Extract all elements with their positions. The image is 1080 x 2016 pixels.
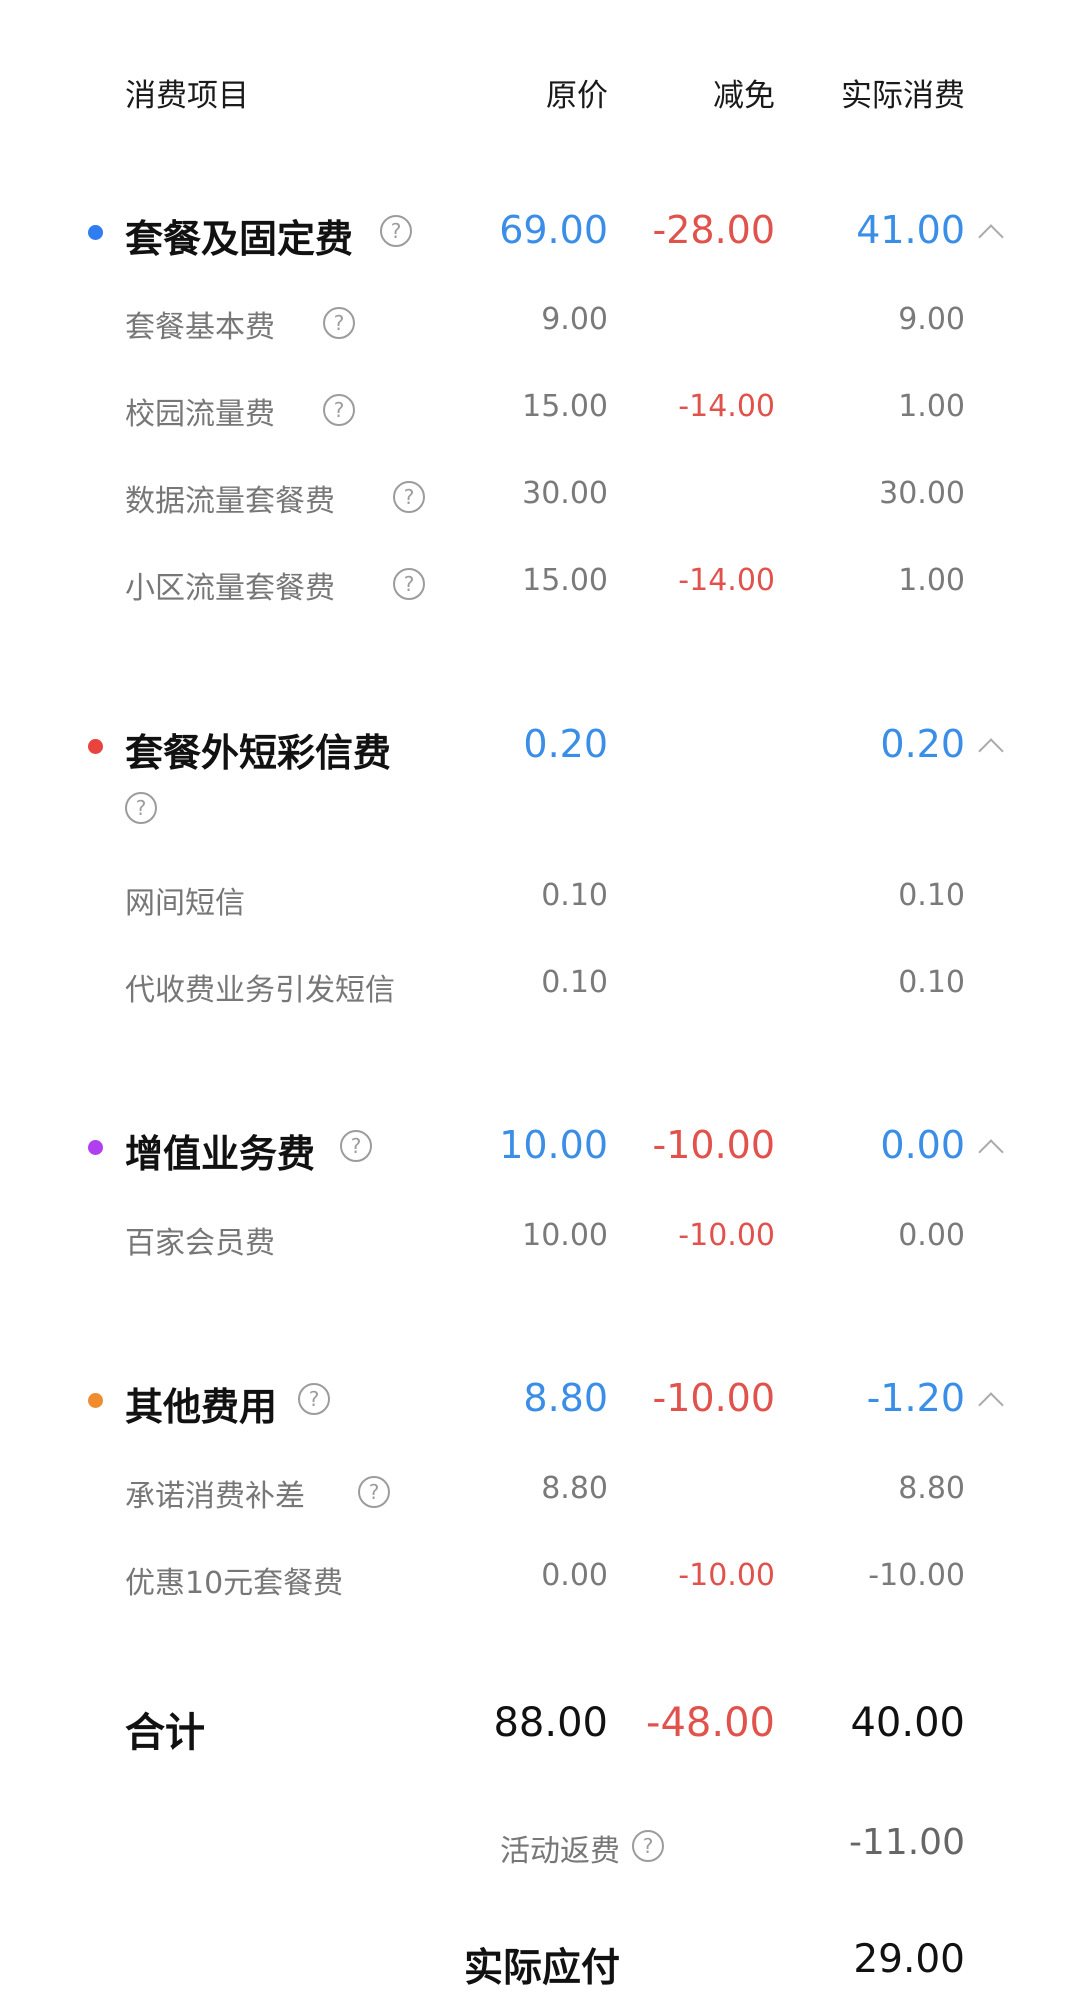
item-name: 套餐基本费	[125, 310, 275, 345]
item-reduction: -10.00	[678, 1218, 775, 1253]
item-actual: -10.00	[868, 1558, 965, 1593]
category-name: 增值业务费	[125, 1132, 316, 1176]
column-header-item: 消费项目	[125, 78, 249, 114]
item-name: 校园流量费	[125, 397, 275, 432]
help-icon[interactable]: ?	[358, 1476, 390, 1508]
rebate-label: 活动返费	[500, 1834, 620, 1869]
item-name: 网间短信	[125, 886, 245, 921]
category-orig: 10.00	[499, 1123, 608, 1167]
item-orig: 15.00	[522, 389, 608, 424]
item-name: 优惠10元套餐费	[125, 1566, 344, 1601]
help-icon[interactable]: ?	[393, 481, 425, 513]
item-actual: 0.10	[898, 965, 965, 1000]
item-actual: 8.80	[898, 1471, 965, 1506]
help-icon[interactable]: ?	[340, 1130, 372, 1162]
category-name: 套餐及固定费	[125, 217, 354, 261]
total-label: 合计	[125, 1710, 205, 1756]
category-dot	[88, 1393, 103, 1408]
category-dot	[88, 1140, 103, 1155]
item-orig: 30.00	[522, 476, 608, 511]
chevron-up-icon[interactable]	[978, 1139, 1004, 1165]
chevron-up-icon[interactable]	[978, 738, 1004, 764]
category-name: 套餐外短彩信费	[125, 731, 392, 775]
item-reduction: -14.00	[678, 563, 775, 598]
help-icon[interactable]: ?	[323, 394, 355, 426]
category-orig: 8.80	[523, 1376, 608, 1420]
item-orig: 15.00	[522, 563, 608, 598]
item-reduction: -10.00	[678, 1558, 775, 1593]
item-orig: 0.10	[541, 878, 608, 913]
item-reduction: -14.00	[678, 389, 775, 424]
item-name: 小区流量套餐费	[125, 571, 335, 606]
category-reduction: -10.00	[652, 1123, 776, 1167]
item-name: 数据流量套餐费	[125, 484, 335, 519]
chevron-up-icon[interactable]	[978, 1392, 1004, 1418]
item-name: 承诺消费补差	[125, 1479, 305, 1514]
category-actual: 0.20	[880, 722, 965, 766]
category-reduction: -28.00	[652, 208, 776, 252]
item-actual: 1.00	[898, 563, 965, 598]
item-orig: 8.80	[541, 1471, 608, 1506]
item-name: 百家会员费	[125, 1226, 275, 1261]
category-actual: 0.00	[880, 1123, 965, 1167]
total-reduction: -48.00	[646, 1700, 775, 1746]
column-header-actual: 实际消费	[841, 78, 965, 114]
category-reduction: -10.00	[652, 1376, 776, 1420]
column-header-reduction: 减免	[713, 78, 775, 114]
item-name: 代收费业务引发短信	[125, 973, 395, 1008]
help-icon[interactable]: ?	[323, 307, 355, 339]
help-icon[interactable]: ?	[125, 792, 157, 824]
item-actual: 0.00	[898, 1218, 965, 1253]
help-icon[interactable]: ?	[298, 1383, 330, 1415]
category-orig: 69.00	[499, 208, 608, 252]
help-icon[interactable]: ?	[632, 1830, 664, 1862]
payable-label: 实际应付	[463, 1946, 620, 1991]
item-orig: 9.00	[541, 302, 608, 337]
category-actual: 41.00	[856, 208, 965, 252]
item-actual: 9.00	[898, 302, 965, 337]
item-actual: 30.00	[879, 476, 965, 511]
item-orig: 10.00	[522, 1218, 608, 1253]
help-icon[interactable]: ?	[393, 568, 425, 600]
category-dot	[88, 225, 103, 240]
category-dot	[88, 739, 103, 754]
item-orig: 0.10	[541, 965, 608, 1000]
chevron-up-icon[interactable]	[978, 224, 1004, 250]
column-header-orig: 原价	[546, 78, 608, 114]
item-actual: 1.00	[898, 389, 965, 424]
rebate-value: -11.00	[848, 1822, 965, 1863]
total-orig: 88.00	[493, 1700, 608, 1746]
category-name: 其他费用	[125, 1385, 278, 1429]
item-actual: 0.10	[898, 878, 965, 913]
category-orig: 0.20	[523, 722, 608, 766]
total-actual: 40.00	[850, 1700, 965, 1746]
payable-value: 29.00	[853, 1937, 965, 1982]
category-actual: -1.20	[866, 1376, 965, 1420]
help-icon[interactable]: ?	[380, 215, 412, 247]
item-orig: 0.00	[541, 1558, 608, 1593]
